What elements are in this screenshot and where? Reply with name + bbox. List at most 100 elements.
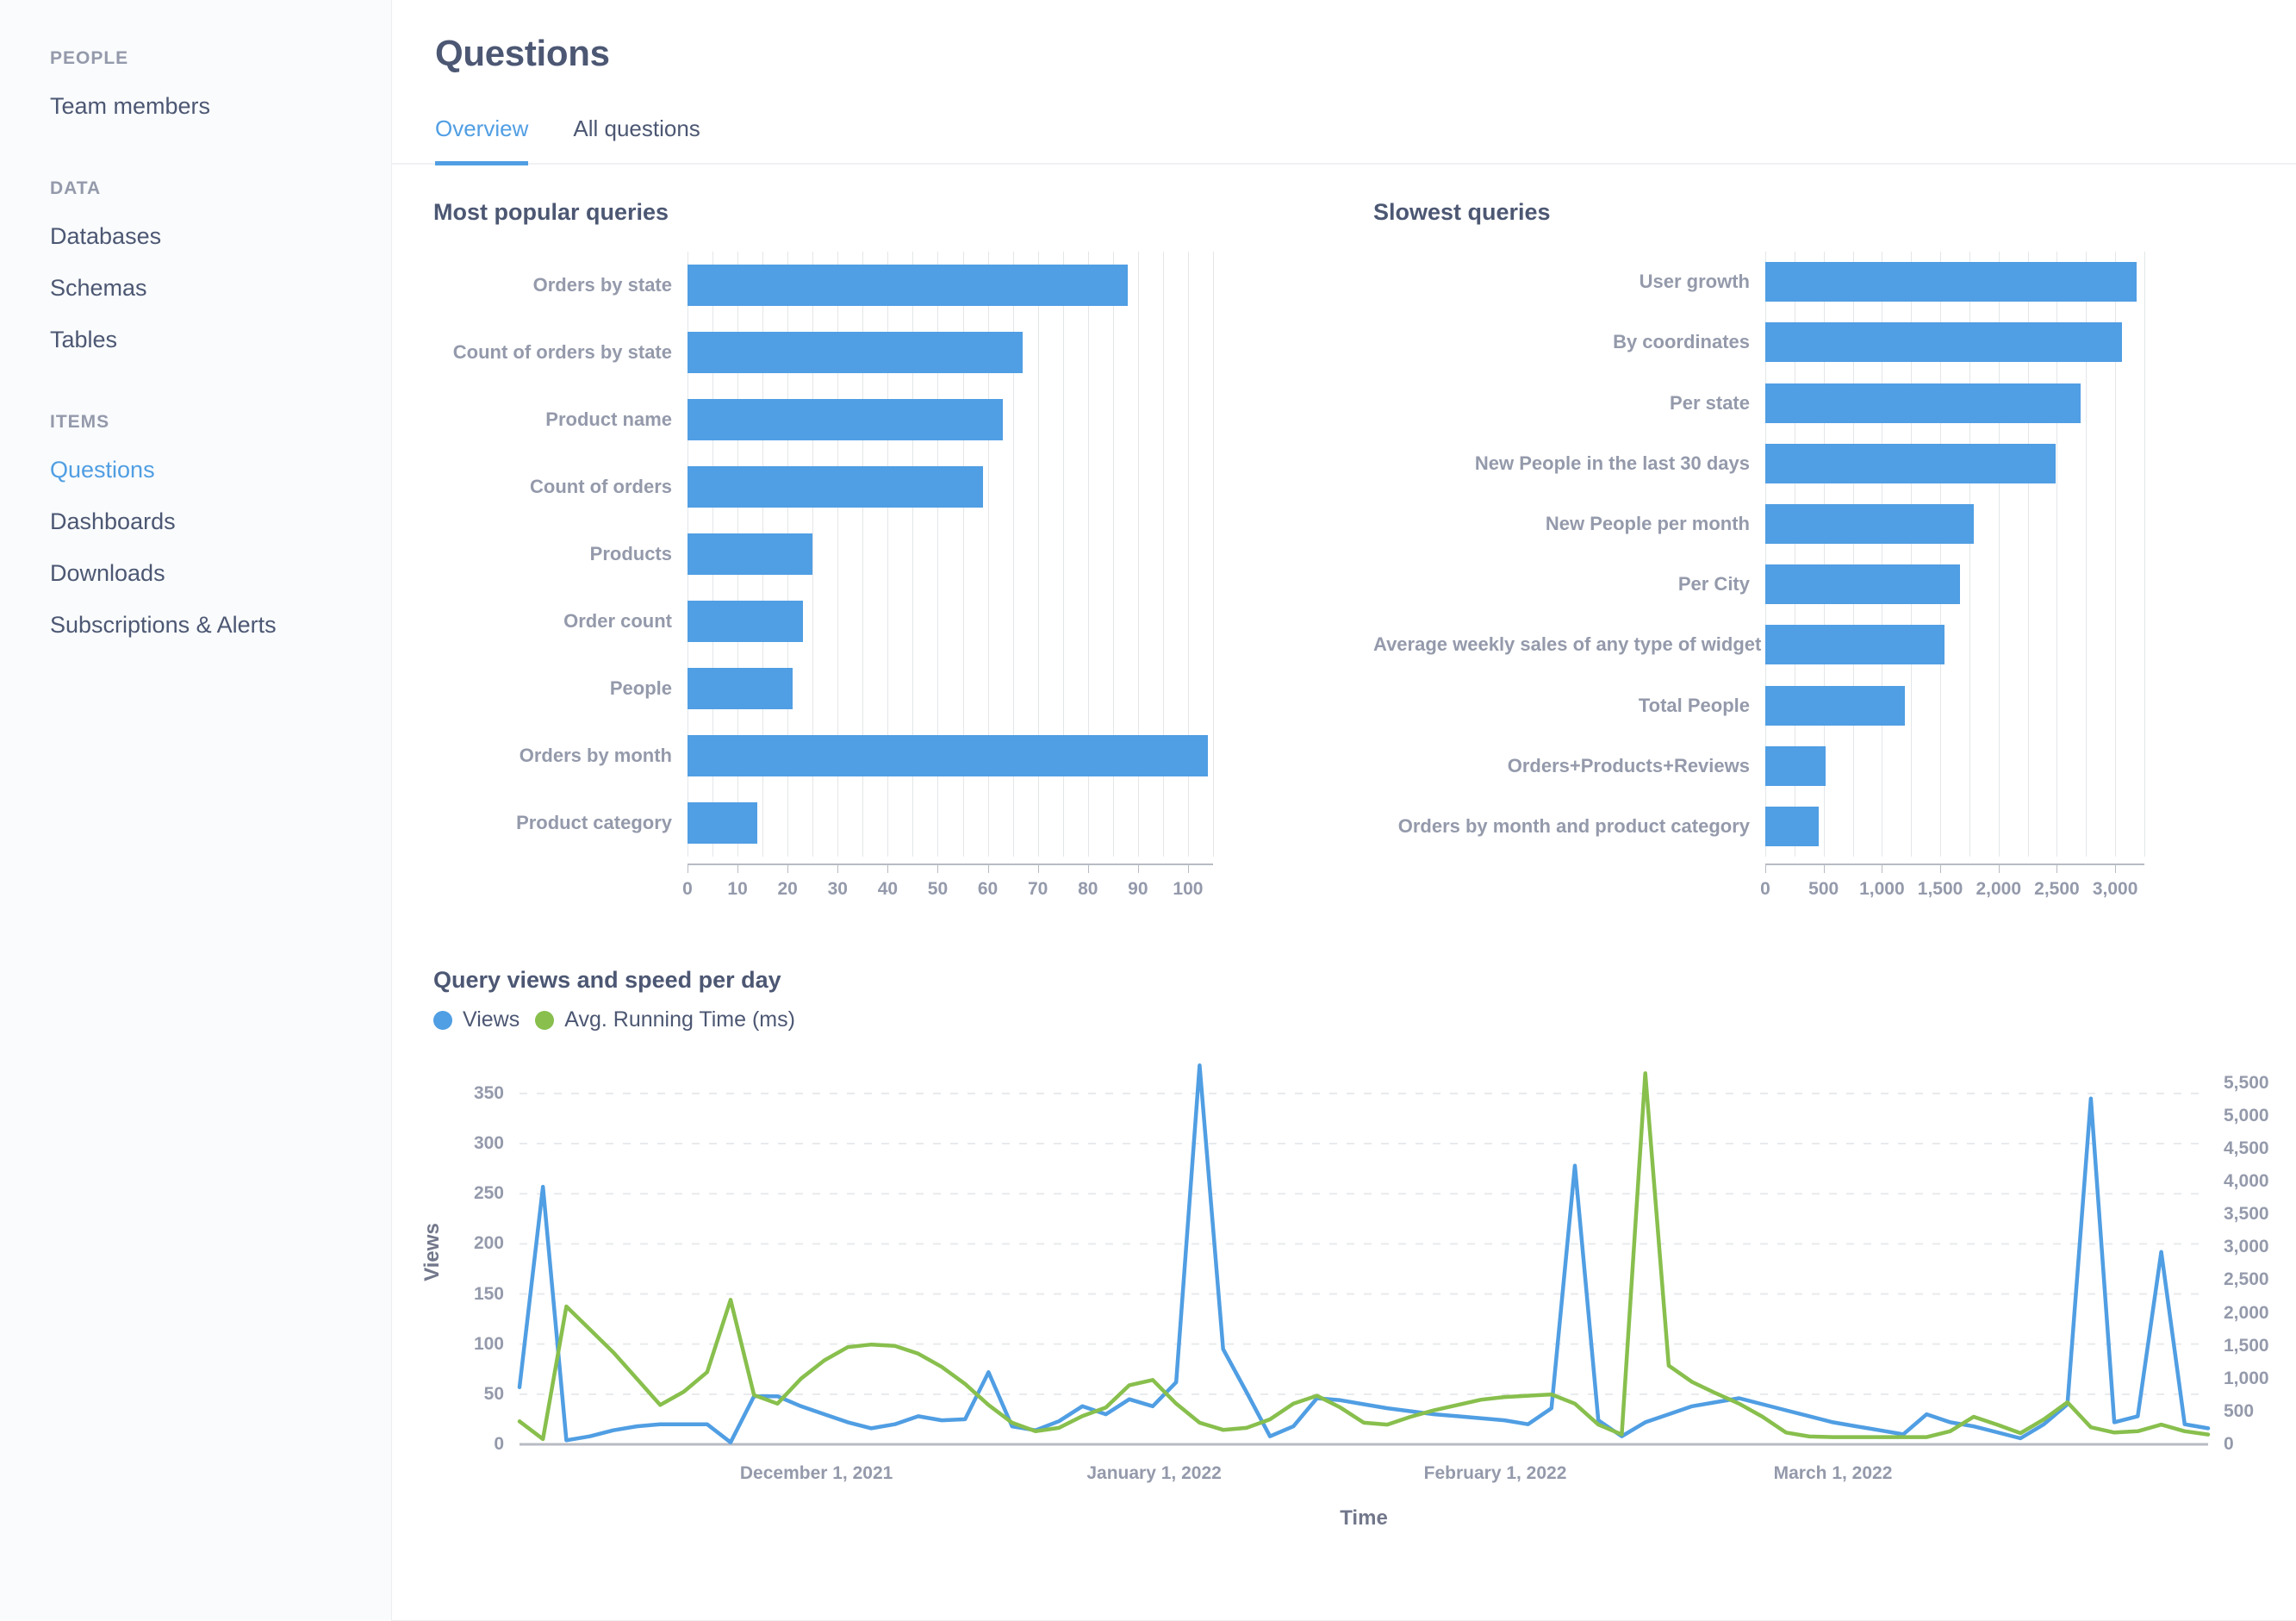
bar-fill[interactable] bbox=[688, 265, 1128, 306]
bar-row[interactable]: New People per month bbox=[1373, 504, 2274, 544]
bar-fill[interactable] bbox=[1765, 686, 1905, 726]
bar-row[interactable]: Orders by month and product category bbox=[1373, 807, 2274, 846]
x-axis-tick bbox=[1138, 865, 1139, 873]
x-axis-tick bbox=[1038, 865, 1039, 873]
sidebar-item-team-members[interactable]: Team members bbox=[0, 95, 391, 118]
bar-category-label: People bbox=[433, 677, 688, 700]
bar-fill[interactable] bbox=[1765, 625, 1944, 664]
sidebar-section-items: Items Questions Dashboards Downloads Sub… bbox=[0, 412, 391, 637]
x-axis-tick-label: 20 bbox=[778, 879, 798, 900]
bar-fill[interactable] bbox=[1765, 564, 1960, 604]
legend-item-views[interactable]: Views bbox=[433, 1007, 520, 1032]
bar-fill[interactable] bbox=[1765, 322, 2122, 362]
y-axis-tick-label-right: 5,000 bbox=[2224, 1106, 2269, 1126]
legend-dot-running-time-icon bbox=[535, 1011, 554, 1030]
bar-category-label: Products bbox=[433, 543, 688, 565]
tab-overview[interactable]: Overview bbox=[435, 115, 528, 165]
x-axis-tick bbox=[1765, 865, 1766, 873]
x-axis-tick-label: 2,000 bbox=[1976, 879, 2021, 900]
bar-row[interactable]: Per City bbox=[1373, 564, 2274, 604]
chart-most-popular-queries: Most popular queries Orders by stateCoun… bbox=[392, 199, 1327, 951]
bar-category-label: Product category bbox=[433, 812, 688, 834]
bar-fill[interactable] bbox=[688, 735, 1208, 776]
y-axis-tick-label-left: 150 bbox=[474, 1284, 504, 1305]
bar-fill[interactable] bbox=[1765, 262, 2137, 302]
bar-track bbox=[1765, 746, 2274, 786]
bar-row[interactable]: Count of orders by state bbox=[433, 332, 1327, 373]
y-axis-tick-label-left: 300 bbox=[474, 1133, 504, 1154]
y-axis-tick-label-right: 4,000 bbox=[2224, 1171, 2269, 1192]
bar-row[interactable]: Orders by state bbox=[433, 265, 1327, 306]
bar-fill[interactable] bbox=[688, 601, 803, 642]
bar-row[interactable]: People bbox=[433, 668, 1327, 709]
bar-track bbox=[688, 466, 1327, 508]
sidebar-section-people: People Team members bbox=[0, 48, 391, 118]
bar-fill[interactable] bbox=[688, 668, 793, 709]
y-axis-title-left: Views bbox=[420, 1223, 445, 1281]
bar-row[interactable]: Per state bbox=[1373, 383, 2274, 423]
bar-fill[interactable] bbox=[688, 332, 1023, 373]
bar-row[interactable]: Product name bbox=[433, 399, 1327, 440]
bar-fill[interactable] bbox=[688, 399, 1003, 440]
bar-category-label: Total People bbox=[1373, 695, 1765, 717]
chart-slowest-queries: Slowest queries User growthBy coordinate… bbox=[1327, 199, 2274, 951]
legend-label-running-time: Avg. Running Time (ms) bbox=[564, 1007, 795, 1032]
x-axis-tick-label: 60 bbox=[978, 879, 998, 900]
sidebar-item-dashboards[interactable]: Dashboards bbox=[0, 510, 391, 533]
bar-row[interactable]: User growth bbox=[1373, 262, 2274, 302]
legend-label-views: Views bbox=[463, 1007, 520, 1032]
bar-category-label: Orders+Products+Reviews bbox=[1373, 755, 1765, 777]
y-axis-tick-label-right: 1,500 bbox=[2224, 1336, 2269, 1356]
y-axis-tick-label-right: 3,000 bbox=[2224, 1237, 2269, 1257]
line-series-views bbox=[520, 1065, 2208, 1442]
sidebar-item-downloads[interactable]: Downloads bbox=[0, 562, 391, 585]
bar-category-label: Average weekly sales of any type of widg… bbox=[1373, 633, 1765, 656]
bar-fill[interactable] bbox=[688, 533, 812, 575]
bar-fill[interactable] bbox=[688, 466, 983, 508]
bar-row[interactable]: Count of orders bbox=[433, 466, 1327, 508]
bar-track bbox=[1765, 564, 2274, 604]
bar-fill[interactable] bbox=[1765, 504, 1974, 544]
bar-fill[interactable] bbox=[1765, 807, 1819, 846]
line-series-running-time bbox=[520, 1073, 2208, 1439]
legend-item-running-time[interactable]: Avg. Running Time (ms) bbox=[535, 1007, 795, 1032]
x-axis-tick bbox=[1824, 865, 1825, 873]
bar-row[interactable]: Product category bbox=[433, 802, 1327, 844]
bar-row[interactable]: Orders+Products+Reviews bbox=[1373, 746, 2274, 786]
y-axis-tick-label-right: 4,500 bbox=[2224, 1138, 2269, 1159]
bar-fill[interactable] bbox=[688, 802, 757, 844]
sidebar-item-subscriptions-alerts[interactable]: Subscriptions & Alerts bbox=[0, 614, 391, 637]
bar-row[interactable]: Total People bbox=[1373, 686, 2274, 726]
x-axis-tick-label: 3,000 bbox=[2093, 879, 2138, 900]
x-axis-tick bbox=[988, 865, 989, 873]
y-axis-tick-label-left: 200 bbox=[474, 1233, 504, 1254]
bar-fill[interactable] bbox=[1765, 444, 2056, 483]
bar-row[interactable]: Orders by month bbox=[433, 735, 1327, 776]
bar-track bbox=[688, 399, 1327, 440]
x-axis-tick-label: 50 bbox=[928, 879, 948, 900]
sidebar-section-label-data: Data bbox=[0, 178, 391, 199]
x-axis-tick bbox=[1188, 865, 1189, 873]
legend-dot-views-icon bbox=[433, 1011, 452, 1030]
bar-row[interactable]: Order count bbox=[433, 601, 1327, 642]
tab-all-questions[interactable]: All questions bbox=[573, 115, 700, 165]
bar-row[interactable]: Products bbox=[433, 533, 1327, 575]
x-axis-tick bbox=[2115, 865, 2116, 873]
bar-chart-slowest: User growth By coordinates Per state New Pe… bbox=[1373, 236, 2274, 951]
sidebar-item-questions[interactable]: Questions bbox=[0, 458, 391, 482]
y-axis-tick-label-left: 50 bbox=[484, 1384, 504, 1405]
bar-fill[interactable] bbox=[1765, 383, 2081, 423]
bar-row[interactable]: New People in the last 30 days bbox=[1373, 444, 2274, 483]
y-axis-tick-label-right: 5,500 bbox=[2224, 1073, 2269, 1094]
sidebar-item-tables[interactable]: Tables bbox=[0, 328, 391, 352]
bar-row[interactable]: By coordinates bbox=[1373, 322, 2274, 362]
sidebar-item-databases[interactable]: Databases bbox=[0, 225, 391, 248]
bar-row[interactable]: Average weekly sales of any type of widg… bbox=[1373, 625, 2274, 664]
sidebar-section-data: Data Databases Schemas Tables bbox=[0, 178, 391, 352]
app-root: People Team members Data Databases Schem… bbox=[0, 0, 2296, 1621]
bar-fill[interactable] bbox=[1765, 746, 1826, 786]
sidebar-item-schemas[interactable]: Schemas bbox=[0, 277, 391, 300]
x-axis-tick bbox=[887, 865, 888, 873]
bar-category-label: New People in the last 30 days bbox=[1373, 452, 1765, 475]
bar-track bbox=[688, 265, 1327, 306]
